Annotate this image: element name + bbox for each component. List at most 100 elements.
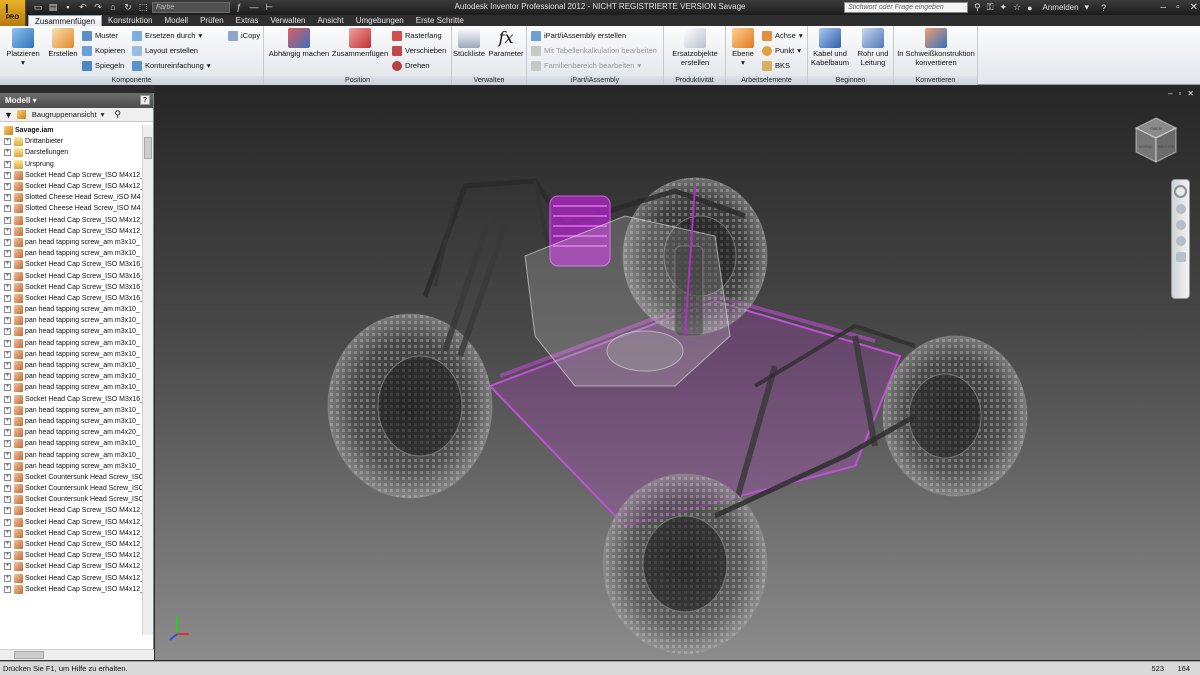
expand-plus-icon[interactable]: + xyxy=(4,306,11,314)
panel-title-verwalten[interactable]: Verwalten xyxy=(452,76,526,85)
expand-plus-icon[interactable]: + xyxy=(4,451,11,459)
expand-plus-icon[interactable]: + xyxy=(4,496,11,504)
search-input[interactable]: Stichwort oder Frage eingeben xyxy=(844,2,968,13)
verschieben-button[interactable]: Verschieben xyxy=(392,44,446,57)
tab-zusammenfuegen[interactable]: Zusammenfügen xyxy=(28,15,103,26)
expand-plus-icon[interactable]: + xyxy=(4,362,11,370)
expand-plus-icon[interactable]: + xyxy=(4,507,11,515)
kabel-kabelbaum-button[interactable]: Kabel und Kabelbaum xyxy=(810,28,850,67)
tree-item[interactable]: + pan head tapping screw_am m3x10_ xyxy=(0,371,142,382)
expand-plus-icon[interactable]: + xyxy=(4,350,11,358)
tree-item[interactable]: + pan head tapping screw_am m3x10_ xyxy=(0,315,142,326)
kontureinfachung-button[interactable]: Kontureinfachung ▾ xyxy=(132,59,211,72)
tree-item[interactable]: + pan head tapping screw_am m3x10_ xyxy=(0,304,142,315)
tab-ansicht[interactable]: Ansicht xyxy=(311,15,349,26)
tree-item[interactable]: + Socket Head Cap Screw_ISO M4x12_ xyxy=(0,539,142,550)
tab-konstruktion[interactable]: Konstruktion xyxy=(102,15,158,26)
close-icon[interactable]: ✕ xyxy=(1190,2,1198,13)
browser-vertical-scrollbar[interactable] xyxy=(142,125,153,635)
exchange-icon[interactable]: ✦ xyxy=(999,2,1007,13)
panel-title-beginnen[interactable]: Beginnen xyxy=(808,76,893,85)
tab-pruefen[interactable]: Prüfen xyxy=(194,15,230,26)
expand-plus-icon[interactable]: + xyxy=(4,473,11,481)
tabellenkalkulation-button[interactable]: Mit Tabellenkalkulation bearbeiten xyxy=(531,44,657,57)
select-icon[interactable]: ⬚ xyxy=(137,2,149,13)
expand-plus-icon[interactable]: + xyxy=(4,250,11,258)
tree-item[interactable]: + Slotted Cheese Head Screw_ISO M4 xyxy=(0,203,142,214)
rasterfang-button[interactable]: Rasterfang xyxy=(392,29,442,42)
tree-item[interactable]: + Socket Head Cap Screw_ISO M3x16_ xyxy=(0,270,142,281)
tree-item[interactable]: + Socket Head Cap Screw_ISO M4x12_ xyxy=(0,573,142,584)
tree-item[interactable]: + pan head tapping screw_am m3x10_ xyxy=(0,416,142,427)
browser-header[interactable]: Modell ▾ ? xyxy=(0,93,153,108)
tree-item[interactable]: + Socket Head Cap Screw_ISO M3x16_ xyxy=(0,282,142,293)
exhaust-pipe[interactable] xyxy=(606,330,684,372)
layout-erstellen-button[interactable]: Layout erstellen xyxy=(132,44,198,57)
punkt-button[interactable]: Punkt ▾ xyxy=(762,44,801,57)
tree-item[interactable]: + pan head tapping screw_am m3x10_ xyxy=(0,405,142,416)
muster-button[interactable]: Muster xyxy=(82,29,118,42)
expand-plus-icon[interactable]: + xyxy=(4,261,11,269)
linetype-icon[interactable]: — xyxy=(248,2,260,13)
tree-root-assembly[interactable]: Savage.iam xyxy=(0,125,142,136)
expand-plus-icon[interactable]: + xyxy=(4,149,11,157)
save-icon[interactable]: ▪ xyxy=(62,2,74,13)
minimize-icon[interactable]: – xyxy=(1161,2,1167,13)
scroll-thumb[interactable] xyxy=(144,137,152,159)
front-right-tire[interactable] xyxy=(882,335,1028,497)
ersatzobjekte-button[interactable]: Ersatzobjekte erstellen xyxy=(666,28,724,67)
tree-item[interactable]: + pan head tapping screw_am m3x10_ xyxy=(0,360,142,371)
login-link[interactable]: Anmelden xyxy=(1043,3,1079,12)
tree-item[interactable]: + Slotted Cheese Head Screw_ISO M4 xyxy=(0,192,142,203)
look-at-icon[interactable] xyxy=(1175,252,1186,262)
tree-item[interactable]: + Socket Head Cap Screw_ISO M4x12_ xyxy=(0,170,142,181)
favorites-star-icon[interactable]: ☆ xyxy=(1013,2,1021,13)
zoom-icon[interactable] xyxy=(1175,220,1186,230)
spiegeln-button[interactable]: Spiegeln xyxy=(82,59,124,72)
binoculars-icon[interactable]: ⚲ xyxy=(974,2,981,13)
abhaengig-machen-button[interactable]: Abhängig machen xyxy=(266,28,332,58)
tab-verwalten[interactable]: Verwalten xyxy=(264,15,311,26)
tree-item[interactable]: + Socket Head Cap Screw_ISO M4x12_ xyxy=(0,226,142,237)
expand-plus-icon[interactable]: + xyxy=(4,485,11,493)
browser-horizontal-scrollbar[interactable] xyxy=(0,649,154,660)
open-folder-icon[interactable]: ▤ xyxy=(47,2,59,13)
graphics-viewport[interactable]: – ▫ ✕ OBEN VORNE RECHTS xyxy=(155,86,1200,660)
view-mode-select[interactable]: Baugruppenansicht xyxy=(32,110,97,119)
formula-icon[interactable]: ƒ xyxy=(233,2,245,13)
orbit-icon[interactable] xyxy=(1175,236,1186,246)
tree-item[interactable]: + pan head tapping screw_am m3x10_ xyxy=(0,382,142,393)
color-combo[interactable]: Farbe xyxy=(152,2,230,13)
pan-icon[interactable] xyxy=(1175,204,1186,214)
undo-icon[interactable]: ↶ xyxy=(77,2,89,13)
new-file-icon[interactable]: ▭ xyxy=(32,2,44,13)
chevron-down-icon[interactable]: ▾ xyxy=(1085,2,1090,13)
expand-plus-icon[interactable]: + xyxy=(4,183,11,191)
achse-button[interactable]: Achse ▾ xyxy=(762,29,803,42)
update-icon[interactable]: ↻ xyxy=(122,2,134,13)
expand-plus-icon[interactable]: + xyxy=(4,205,11,213)
tree-item[interactable]: + pan head tapping screw_am m3x10_ xyxy=(0,461,142,472)
ebene-button[interactable]: Ebene ▾ xyxy=(728,28,758,67)
expand-plus-icon[interactable]: + xyxy=(4,462,11,470)
tree-item[interactable]: + Socket Head Cap Screw_ISO M4x12_ xyxy=(0,561,142,572)
tree-item[interactable]: + Socket Head Cap Screw_ISO M4x12_ xyxy=(0,181,142,192)
expand-plus-icon[interactable]: + xyxy=(4,160,11,168)
expand-plus-icon[interactable]: + xyxy=(4,317,11,325)
tree-item[interactable]: + Socket Head Cap Screw_ISO M4x12_ xyxy=(0,528,142,539)
erstellen-button[interactable]: Erstellen xyxy=(46,28,80,58)
expand-plus-icon[interactable]: + xyxy=(4,283,11,291)
bks-button[interactable]: BKS xyxy=(762,59,790,72)
expand-plus-icon[interactable]: + xyxy=(4,417,11,425)
tree-item[interactable]: + Socket Countersunk Head Screw_ISC xyxy=(0,494,142,505)
expand-plus-icon[interactable]: + xyxy=(4,395,11,403)
key-icon[interactable]: ⚿ xyxy=(987,2,994,13)
ersetzen-button[interactable]: Ersetzen durch ▾ xyxy=(132,29,202,42)
schweisskonstruktion-button[interactable]: In Schweißkonstruktion konvertieren xyxy=(894,28,978,67)
panel-title-konvertieren[interactable]: Konvertieren xyxy=(894,76,977,85)
chevron-down-icon[interactable]: ▾ xyxy=(101,110,105,119)
inventor-app-button[interactable]: I PRO xyxy=(0,0,26,26)
expand-plus-icon[interactable]: + xyxy=(4,216,11,224)
tree-item[interactable]: + pan head tapping screw_am m3x10_ xyxy=(0,248,142,259)
expand-plus-icon[interactable]: + xyxy=(4,518,11,526)
